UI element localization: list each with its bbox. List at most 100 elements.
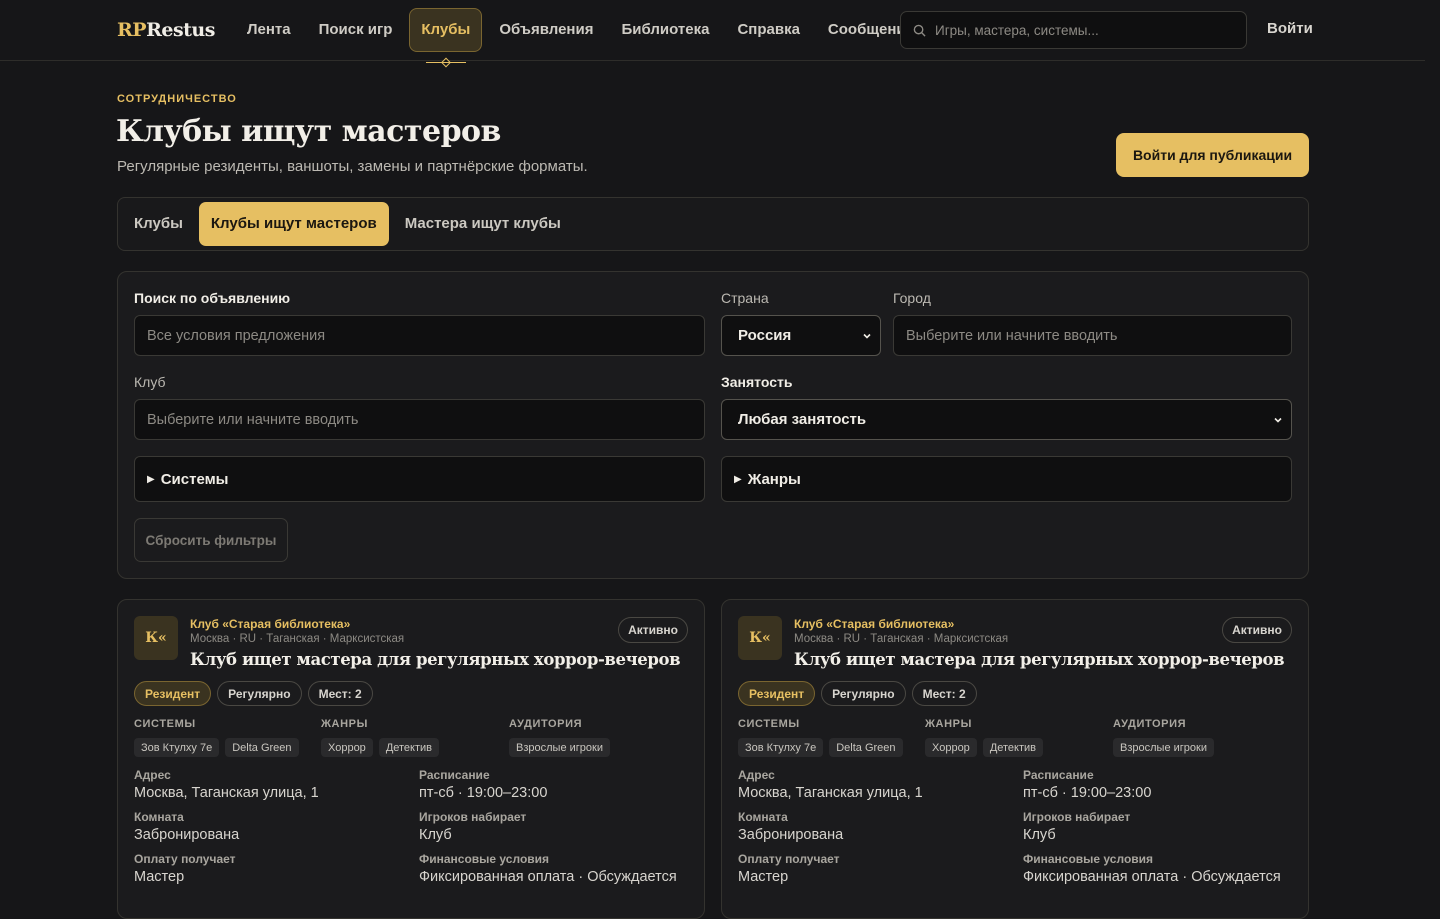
search-icon xyxy=(913,24,926,37)
tag-audience: Взрослые игроки xyxy=(509,738,610,757)
schedule-value: пт-сб · 19:00–23:00 xyxy=(1023,785,1152,801)
audience-label: АУДИТОРИЯ xyxy=(509,718,583,730)
chip-slots: Мест: 2 xyxy=(911,681,977,706)
club-placeholder: Выберите или начните вводить xyxy=(147,411,359,428)
nav-item-library[interactable]: Библиотека xyxy=(607,8,723,52)
tag-system: Delta Green xyxy=(225,738,299,757)
address-label: Адрес xyxy=(134,768,171,782)
payee-label: Оплату получает xyxy=(738,852,840,866)
systems-tags: Зов Ктулху 7е Delta Green xyxy=(738,738,903,757)
address-value: Москва, Таганская улица, 1 xyxy=(134,785,319,801)
club-label: Клуб xyxy=(134,374,166,390)
room-value: Забронирована xyxy=(738,827,844,843)
recruit-value: Клуб xyxy=(419,827,452,843)
finance-value: Фиксированная оплата · Обсуждается xyxy=(1023,869,1281,885)
tag-genre: Хоррор xyxy=(321,738,373,757)
tag-system: Delta Green xyxy=(829,738,903,757)
nav-item-feed[interactable]: Лента xyxy=(233,8,305,52)
club-input[interactable]: Выберите или начните вводить xyxy=(134,399,705,440)
payee-value: Мастер xyxy=(738,869,789,885)
ad-card[interactable]: К« Клуб «Старая библиотека» Москва · RU … xyxy=(721,599,1309,919)
finance-label: Финансовые условия xyxy=(419,852,550,866)
status-badge: Активно xyxy=(618,617,688,643)
employment-select[interactable]: Любая занятость xyxy=(721,399,1292,440)
nav-item-game-search[interactable]: Поиск игр xyxy=(305,8,407,52)
finance-label: Финансовые условия xyxy=(1023,852,1154,866)
reset-filters-button[interactable]: Сбросить фильтры xyxy=(134,518,288,562)
triangle-right-icon: ▶ xyxy=(734,473,742,485)
genres-label: ЖАНРЫ xyxy=(321,718,368,730)
status-badge: Активно xyxy=(1222,617,1292,643)
main-nav: Лента Поиск игр Клубы Объявления Библиот… xyxy=(233,8,928,52)
club-name-link[interactable]: Клуб «Старая библиотека» xyxy=(190,617,350,631)
tab-masters-seek-clubs[interactable]: Мастера ищут клубы xyxy=(393,202,573,246)
logo-accent: RP xyxy=(117,19,147,41)
chevron-down-icon xyxy=(863,333,871,339)
ad-card[interactable]: К« Клуб «Старая библиотека» Москва · RU … xyxy=(117,599,705,919)
country-select[interactable]: Россия xyxy=(721,315,881,356)
tag-system: Зов Ктулху 7е xyxy=(738,738,824,757)
triangle-right-icon: ▶ xyxy=(147,473,155,485)
section-tabs: Клубы Клубы ищут мастеров Мастера ищут к… xyxy=(117,197,1309,251)
address-label: Адрес xyxy=(738,768,775,782)
tag-system: Зов Ктулху 7е xyxy=(134,738,220,757)
room-value: Забронирована xyxy=(134,827,240,843)
logo-text: Restus xyxy=(146,19,215,41)
systems-label: СИСТЕМЫ xyxy=(738,718,800,730)
finance-value: Фиксированная оплата · Обсуждается xyxy=(419,869,677,885)
recruit-label: Игроков набирает xyxy=(1023,810,1131,824)
systems-disclosure-label: Системы xyxy=(160,470,229,488)
ad-title[interactable]: Клуб ищет мастера для регулярных хоррор-… xyxy=(794,650,1285,669)
page-title: Клубы ищут мастеров xyxy=(116,114,501,149)
search-label: Поиск по объявлению xyxy=(134,290,291,306)
ad-search-input[interactable]: Все условия предложения xyxy=(134,315,705,356)
employment-label: Занятость xyxy=(721,374,793,390)
systems-label: СИСТЕМЫ xyxy=(134,718,196,730)
club-name-link[interactable]: Клуб «Старая библиотека» xyxy=(794,617,954,631)
address-value: Москва, Таганская улица, 1 xyxy=(738,785,923,801)
genres-tags: Хоррор Детектив xyxy=(321,738,440,757)
payee-value: Мастер xyxy=(134,869,185,885)
recruit-value: Клуб xyxy=(1023,827,1056,843)
chip-frequency: Регулярно xyxy=(217,681,302,706)
ad-title[interactable]: Клуб ищет мастера для регулярных хоррор-… xyxy=(190,650,681,669)
club-location: Москва · RU · Таганская · Марксистская xyxy=(794,633,1009,645)
room-label: Комната xyxy=(134,810,184,824)
city-placeholder: Выберите или начните вводить xyxy=(906,327,1118,344)
login-to-publish-button[interactable]: Войти для публикации xyxy=(1116,133,1309,177)
genres-disclosure[interactable]: ▶ Жанры xyxy=(721,456,1292,502)
ad-chips: Резидент Регулярно Мест: 2 xyxy=(738,681,977,706)
room-label: Комната xyxy=(738,810,788,824)
chip-role: Резидент xyxy=(738,681,816,706)
nav-item-clubs[interactable]: Клубы xyxy=(409,8,483,52)
chip-frequency: Регулярно xyxy=(821,681,906,706)
page-subtitle: Регулярные резиденты, ваншоты, замены и … xyxy=(117,158,588,175)
tab-clubs-seek-masters[interactable]: Клубы ищут мастеров xyxy=(198,202,389,246)
city-input[interactable]: Выберите или начните вводить xyxy=(893,315,1292,356)
chevron-down-icon xyxy=(1274,417,1282,423)
tag-audience: Взрослые игроки xyxy=(1113,738,1214,757)
top-header: RPRestus Лента Поиск игр Клубы Объявлени… xyxy=(0,0,1425,61)
search-placeholder: Игры, мастера, системы... xyxy=(935,22,1099,38)
filters-panel: Поиск по объявлению Все условия предложе… xyxy=(117,271,1309,579)
tab-clubs[interactable]: Клубы xyxy=(122,202,195,246)
nav-item-help[interactable]: Справка xyxy=(723,8,813,52)
schedule-value: пт-сб · 19:00–23:00 xyxy=(419,785,548,801)
systems-disclosure[interactable]: ▶ Системы xyxy=(134,456,705,502)
systems-tags: Зов Ктулху 7е Delta Green xyxy=(134,738,299,757)
audience-label: АУДИТОРИЯ xyxy=(1113,718,1187,730)
login-link[interactable]: Войти xyxy=(1267,20,1313,37)
tag-genre: Хоррор xyxy=(925,738,977,757)
ad-search-placeholder: Все условия предложения xyxy=(147,327,326,344)
global-search-input[interactable]: Игры, мастера, системы... xyxy=(900,11,1247,49)
ad-chips: Резидент Регулярно Мест: 2 xyxy=(134,681,373,706)
tag-genre: Детектив xyxy=(378,738,440,757)
genres-label: ЖАНРЫ xyxy=(925,718,972,730)
chip-role: Резидент xyxy=(134,681,212,706)
chip-slots: Мест: 2 xyxy=(307,681,373,706)
schedule-label: Расписание xyxy=(419,768,490,782)
logo[interactable]: RPRestus xyxy=(117,19,215,41)
club-avatar: К« xyxy=(738,616,782,660)
club-avatar: К« xyxy=(134,616,178,660)
nav-item-ads[interactable]: Объявления xyxy=(485,8,607,52)
